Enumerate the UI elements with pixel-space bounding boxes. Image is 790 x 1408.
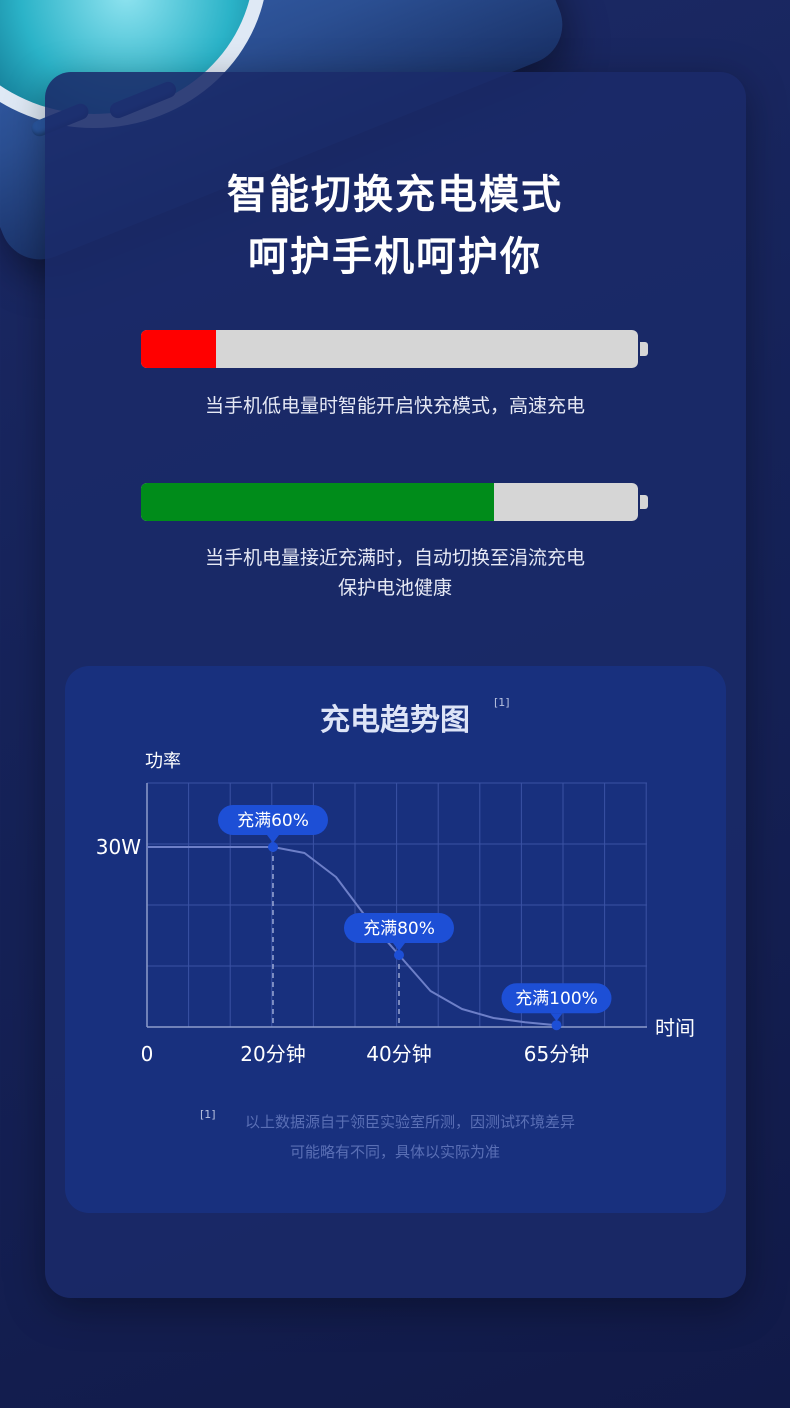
annotation-pointer [267, 835, 279, 843]
charging-trend-chart: 功率时间 30W 0 20分钟 40分钟 65分钟 充满60% 充满80% 充满100% [96, 751, 695, 1066]
x-tick-label: 40分钟 [366, 1042, 431, 1066]
y-tick-label: 30W [96, 835, 141, 859]
note-line-1: 以上数据源自于领臣实验室所测，因测试环境差异 [244, 1113, 575, 1131]
annotation-marker [268, 842, 278, 852]
x-tick-label: 65分钟 [524, 1042, 589, 1066]
x-tick-label: 20分钟 [240, 1042, 305, 1066]
annotation-label: 充满60% [237, 811, 309, 831]
x-axis-label: 时间 [655, 1016, 695, 1040]
annotation-pointer [550, 1013, 563, 1022]
x-tick-label: 0 [141, 1042, 154, 1066]
y-axis-label: 功率 [145, 751, 181, 772]
annotation-label: 充满80% [363, 919, 435, 939]
annotation-marker [394, 950, 404, 960]
note-line-2: 可能略有不同，具体以实际为准 [289, 1143, 500, 1161]
annotation-label: 充满100% [515, 989, 598, 1009]
annotation-marker [551, 1020, 562, 1031]
